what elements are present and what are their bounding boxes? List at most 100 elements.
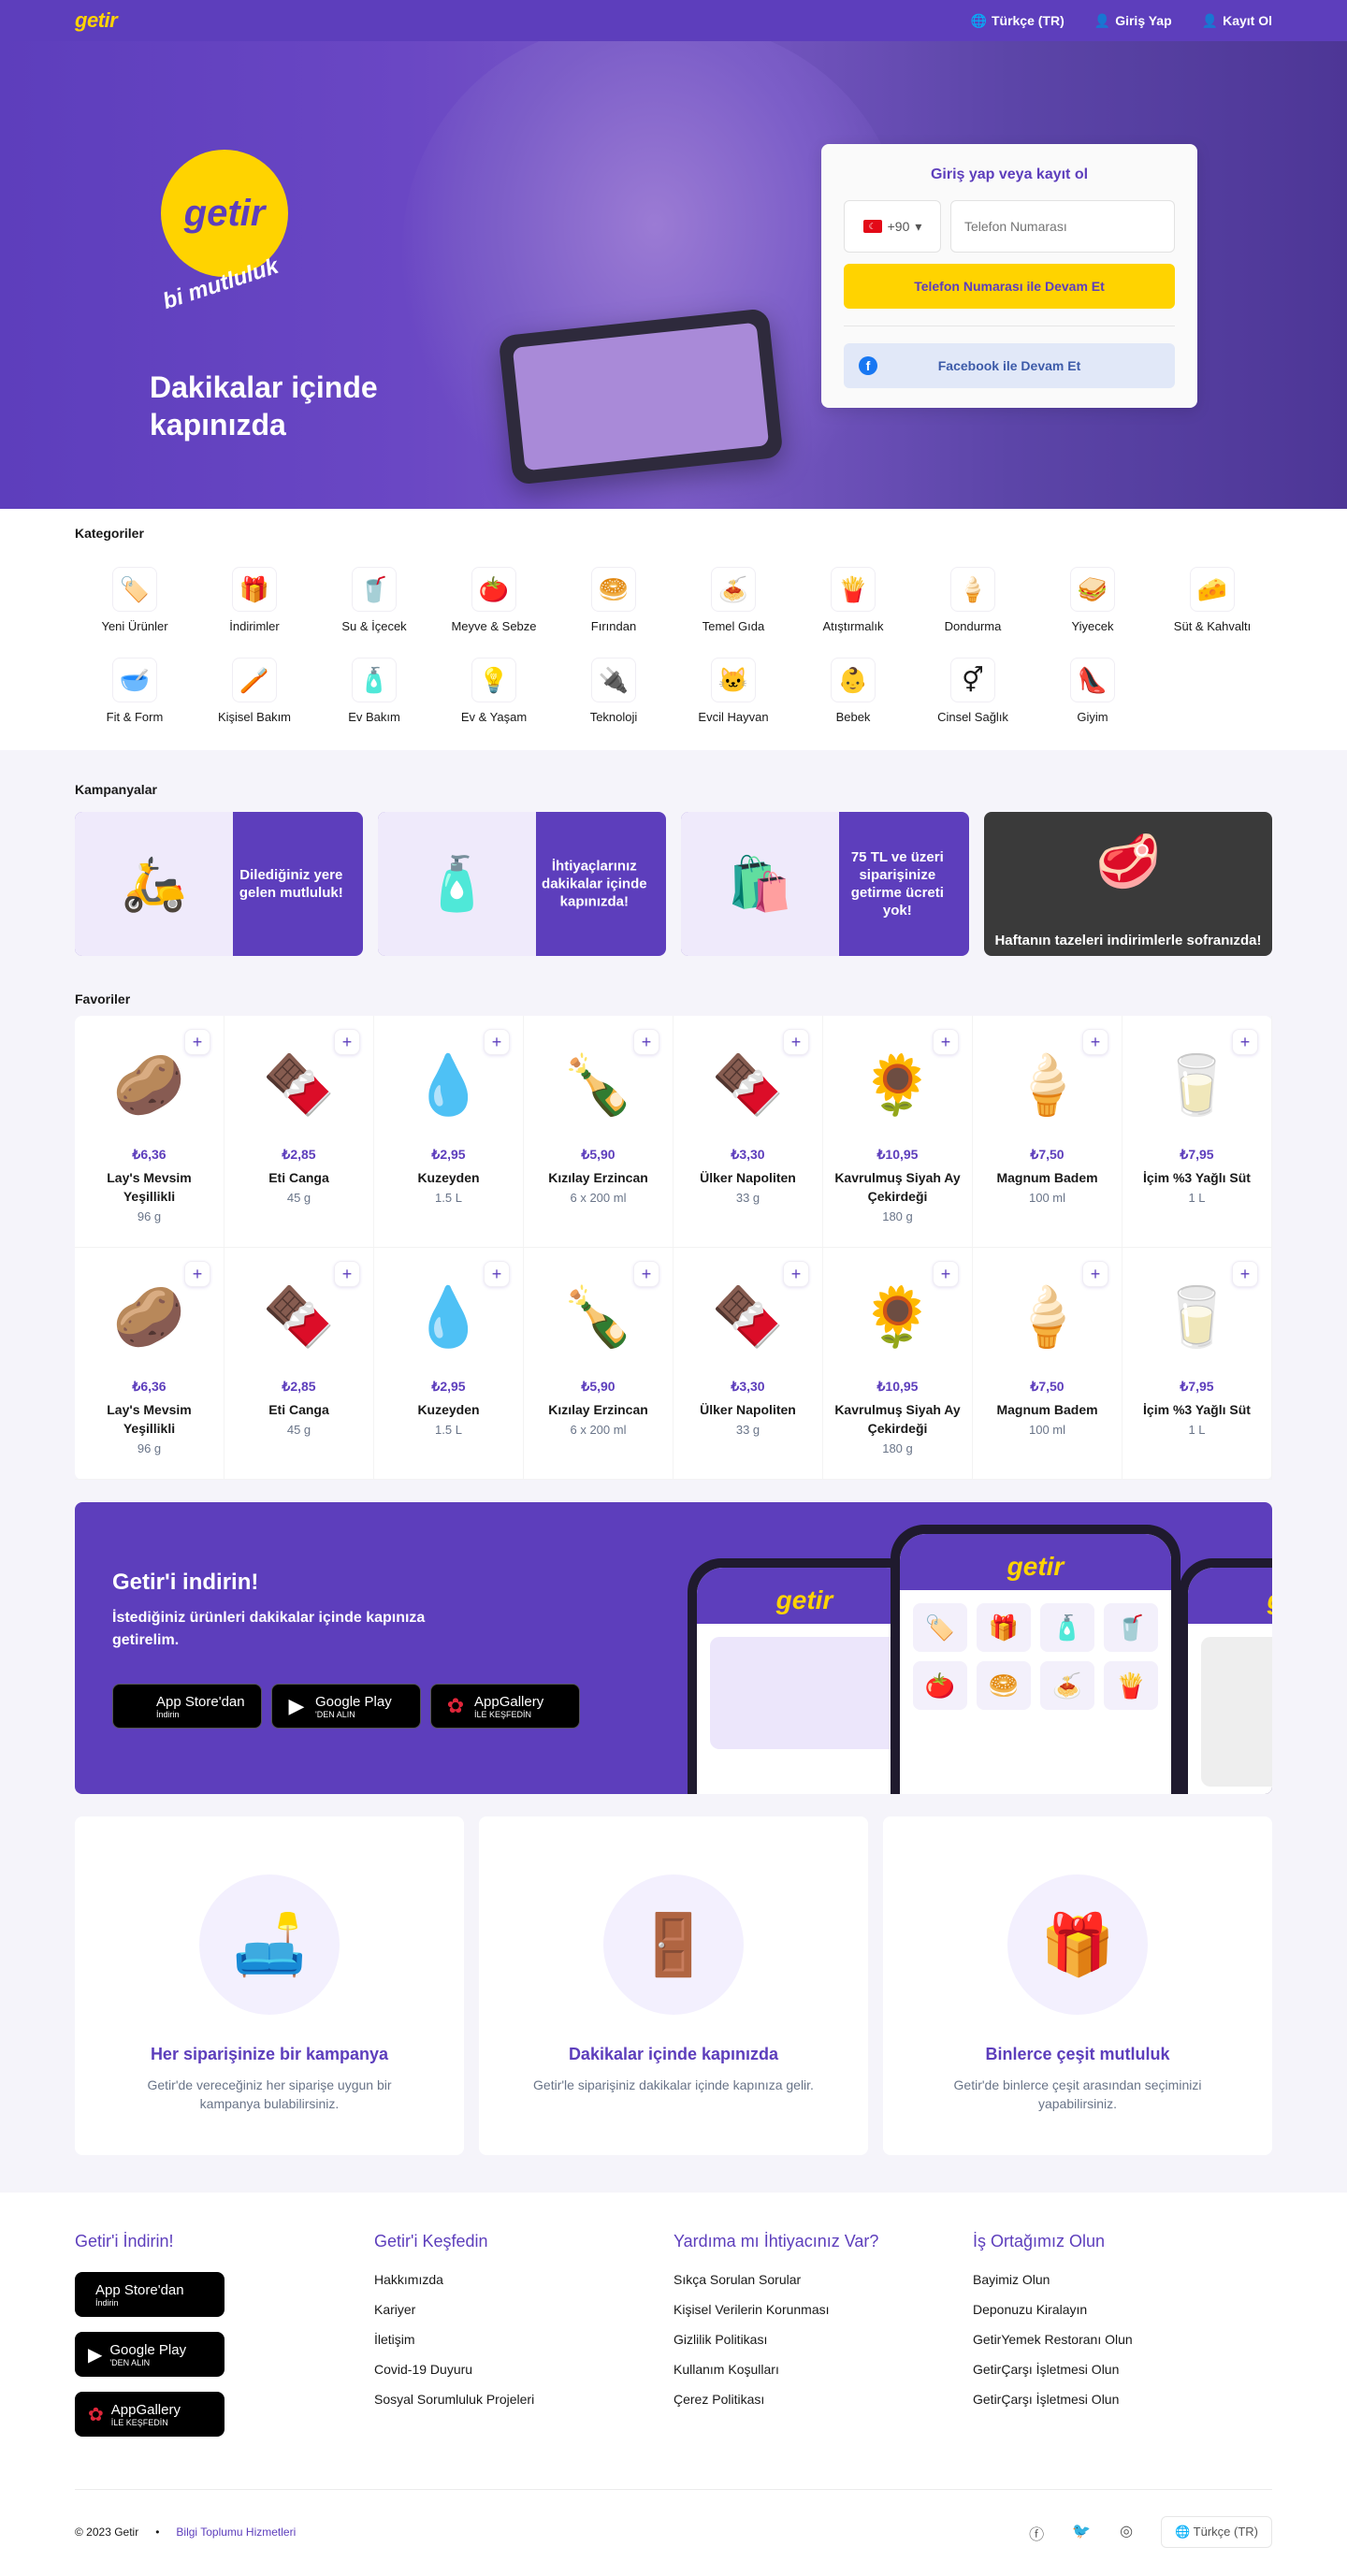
product-card[interactable]: + 🍾 ₺5,90 Kızılay Erzincan 6 x 200 ml (524, 1016, 674, 1248)
category-label: Teknoloji (589, 710, 638, 724)
category-item[interactable]: 🧴 Ev Bakım (314, 658, 434, 724)
phone-input[interactable] (950, 200, 1175, 253)
footer-link[interactable]: GetirYemek Restoranı Olun (973, 2332, 1272, 2347)
campaigns-section: Kampanyalar 🛵 Dilediğiniz yere gelen mutl… (0, 750, 1347, 956)
product-price: ₺2,95 (431, 1147, 466, 1162)
footer-link[interactable]: Kariyer (374, 2302, 674, 2317)
twitter-icon[interactable]: 🐦 (1071, 2522, 1092, 2542)
add-to-cart-button[interactable]: + (1232, 1261, 1258, 1287)
add-to-cart-button[interactable]: + (334, 1261, 360, 1287)
register-link[interactable]: 👤 Kayıt Ol (1202, 13, 1272, 29)
add-to-cart-button[interactable]: + (933, 1029, 959, 1055)
category-item[interactable]: 🍟 Atıştırmalık (793, 567, 913, 633)
footer-help-column: Yardıma mı İhtiyacınız Var? Sıkça Sorula… (674, 2232, 973, 2452)
add-to-cart-button[interactable]: + (1082, 1261, 1108, 1287)
product-size: 6 x 200 ml (570, 1191, 627, 1205)
category-item[interactable]: 🪥 Kişisel Bakım (195, 658, 314, 724)
footer-link[interactable]: Covid-19 Duyuru (374, 2362, 674, 2377)
campaign-card[interactable]: 🧴 İhtiyaçlarınız dakikalar içinde kapınız… (378, 812, 666, 956)
category-item[interactable]: 🐱 Evcil Hayvan (674, 658, 793, 724)
footer-app-gallery-button[interactable]: ✿ AppGallery İLE KEŞFEDİN (75, 2392, 224, 2437)
google-play-label: Google Play (315, 1693, 392, 1710)
category-item[interactable]: 🎁 İndirimler (195, 567, 314, 633)
category-icon: 👶 (831, 658, 876, 702)
add-to-cart-button[interactable]: + (484, 1261, 510, 1287)
category-label: Ev Bakım (348, 710, 400, 724)
getir-logo[interactable]: getir (75, 8, 118, 33)
add-to-cart-button[interactable]: + (334, 1029, 360, 1055)
add-to-cart-button[interactable]: + (1082, 1029, 1108, 1055)
category-item[interactable]: 🥪 Yiyecek (1033, 567, 1152, 633)
category-item[interactable]: 🏷️ Yeni Ürünler (75, 567, 195, 633)
category-item[interactable]: 👶 Bebek (793, 658, 913, 724)
category-icon: 💡 (471, 658, 516, 702)
country-code-select[interactable]: ☾ +90 ▾ (844, 200, 941, 253)
product-card[interactable]: + 🥔 ₺6,36 Lay's Mevsim Yeşillikli 96 g (75, 1248, 224, 1480)
category-item[interactable]: 🥣 Fit & Form (75, 658, 195, 724)
category-item[interactable]: 🧀 Süt & Kahvaltı (1152, 567, 1272, 633)
phone-continue-button[interactable]: Telefon Numarası ile Devam Et (844, 264, 1175, 309)
campaign-card[interactable]: 🥩 Haftanın tazeleri indirimlerle sofranız… (984, 812, 1272, 956)
category-item[interactable]: 🍅 Meyve & Sebze (434, 567, 554, 633)
add-to-cart-button[interactable]: + (484, 1029, 510, 1055)
campaign-card[interactable]: 🛍️ 75 TL ve üzeri siparişinize getirme üc… (681, 812, 969, 956)
language-selector[interactable]: 🌐 Türkçe (TR) (971, 13, 1065, 29)
add-to-cart-button[interactable]: + (633, 1029, 659, 1055)
footer-link[interactable]: Gizlilik Politikası (674, 2332, 973, 2347)
footer-link[interactable]: Bayimiz Olun (973, 2272, 1272, 2287)
footer-link[interactable]: Deponuzu Kiralayın (973, 2302, 1272, 2317)
footer-language-selector[interactable]: 🌐 Türkçe (TR) (1161, 2516, 1272, 2548)
category-item[interactable]: 💡 Ev & Yaşam (434, 658, 554, 724)
category-item[interactable]: ⚥ Cinsel Sağlık (913, 658, 1033, 724)
footer-link[interactable]: Hakkımızda (374, 2272, 674, 2287)
add-to-cart-button[interactable]: + (184, 1029, 210, 1055)
product-card[interactable]: + 🍦 ₺7,50 Magnum Badem 100 ml (973, 1016, 1122, 1248)
add-to-cart-button[interactable]: + (184, 1261, 210, 1287)
category-item[interactable]: 🥤 Su & İçecek (314, 567, 434, 633)
bullet: • (155, 2525, 160, 2539)
footer-link[interactable]: Kullanım Koşulları (674, 2362, 973, 2377)
add-to-cart-button[interactable]: + (783, 1029, 809, 1055)
add-to-cart-button[interactable]: + (933, 1261, 959, 1287)
category-item[interactable]: 🍝 Temel Gıda (674, 567, 793, 633)
footer-google-play-button[interactable]: ▶ Google Play 'DEN ALIN (75, 2332, 224, 2377)
category-item[interactable]: 👠 Giyim (1033, 658, 1152, 724)
footer-link[interactable]: Çerez Politikası (674, 2392, 973, 2407)
category-item[interactable]: 🥯 Fırından (554, 567, 674, 633)
footer-link[interactable]: Kişisel Verilerin Korunması (674, 2302, 973, 2317)
footer-app-store-button[interactable]: App Store'dan İndirin (75, 2272, 224, 2317)
app-store-button[interactable]: App Store'dan İndirin (112, 1684, 262, 1729)
footer-link[interactable]: Sosyal Sorumluluk Projeleri (374, 2392, 674, 2407)
product-card[interactable]: + 🥔 ₺6,36 Lay's Mevsim Yeşillikli 96 g (75, 1016, 224, 1248)
add-to-cart-button[interactable]: + (783, 1261, 809, 1287)
instagram-icon[interactable]: ◎ (1116, 2522, 1137, 2542)
google-play-button[interactable]: ▶ Google Play 'DEN ALIN (271, 1684, 421, 1729)
product-card[interactable]: + 💧 ₺2,95 Kuzeyden 1.5 L (374, 1248, 524, 1480)
campaign-card[interactable]: 🛵 Dilediğiniz yere gelen mutluluk! (75, 812, 363, 956)
footer-link[interactable]: GetirÇarşı İşletmesi Olun (973, 2362, 1272, 2377)
product-card[interactable]: + 🍫 ₺3,30 Ülker Napoliten 33 g (674, 1016, 823, 1248)
product-card[interactable]: + 💧 ₺2,95 Kuzeyden 1.5 L (374, 1016, 524, 1248)
login-link[interactable]: 👤 Giriş Yap (1094, 13, 1172, 29)
category-item[interactable]: 🔌 Teknoloji (554, 658, 674, 724)
product-card[interactable]: + 🌻 ₺10,95 Kavrulmuş Siyah Ay Çekirdeği 180 … (823, 1248, 973, 1480)
facebook-continue-button[interactable]: f Facebook ile Devam Et (844, 343, 1175, 388)
product-card[interactable]: + 🍫 ₺3,30 Ülker Napoliten 33 g (674, 1248, 823, 1480)
add-to-cart-button[interactable]: + (1232, 1029, 1258, 1055)
product-card[interactable]: + 🍫 ₺2,85 Eti Canga 45 g (224, 1016, 374, 1248)
footer-link[interactable]: İletişim (374, 2332, 674, 2347)
app-gallery-button[interactable]: ✿ AppGallery İLE KEŞFEDİN (430, 1684, 580, 1729)
facebook-icon[interactable]: ⓕ (1026, 2522, 1047, 2543)
product-card[interactable]: + 🥛 ₺7,95 İçim %3 Yağlı Süt 1 L (1122, 1016, 1272, 1248)
footer-link[interactable]: GetirÇarşı İşletmesi Olun (973, 2392, 1272, 2407)
footer-link[interactable]: Sıkça Sorulan Sorular (674, 2272, 973, 2287)
product-card[interactable]: + 🍾 ₺5,90 Kızılay Erzincan 6 x 200 ml (524, 1248, 674, 1480)
product-card[interactable]: + 🍦 ₺7,50 Magnum Badem 100 ml (973, 1248, 1122, 1480)
add-to-cart-button[interactable]: + (633, 1261, 659, 1287)
product-image: 🍫 (711, 1284, 785, 1350)
product-card[interactable]: + 🥛 ₺7,95 İçim %3 Yağlı Süt 1 L (1122, 1248, 1272, 1480)
info-society-link[interactable]: Bilgi Toplumu Hizmetleri (176, 2525, 296, 2539)
product-card[interactable]: + 🍫 ₺2,85 Eti Canga 45 g (224, 1248, 374, 1480)
product-card[interactable]: + 🌻 ₺10,95 Kavrulmuş Siyah Ay Çekirdeği 180 … (823, 1016, 973, 1248)
category-item[interactable]: 🍦 Dondurma (913, 567, 1033, 633)
